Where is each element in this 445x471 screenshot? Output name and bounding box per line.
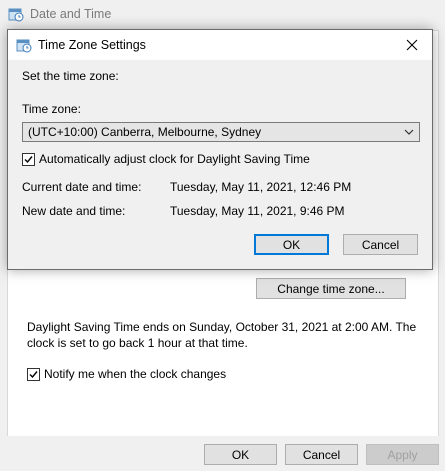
chevron-down-icon [404, 129, 414, 135]
dialog-cancel-button[interactable]: Cancel [343, 234, 418, 255]
parent-title-bar: Date and Time [0, 0, 445, 30]
dialog-title: Time Zone Settings [38, 38, 146, 52]
time-zone-label: Time zone: [22, 102, 81, 116]
notify-label: Notify me when the clock changes [44, 367, 227, 381]
parent-ok-button[interactable]: OK [204, 444, 277, 465]
new-datetime-label: New date and time: [22, 204, 126, 218]
auto-dst-row[interactable]: Automatically adjust clock for Daylight … [22, 152, 310, 166]
parent-window-title: Date and Time [30, 7, 112, 21]
current-datetime-label: Current date and time: [22, 180, 142, 194]
dialog-title-bar: Time Zone Settings [8, 30, 432, 60]
set-time-zone-heading: Set the time zone: [22, 69, 119, 83]
clock-calendar-icon [16, 37, 32, 53]
new-datetime-value: Tuesday, May 11, 2021, 9:46 PM [170, 204, 345, 218]
auto-dst-checkbox[interactable] [22, 152, 35, 166]
time-zone-select[interactable]: (UTC+10:00) Canberra, Melbourne, Sydney [22, 122, 420, 142]
time-zone-settings-dialog: Time Zone Settings Set the time zone: Ti… [7, 29, 433, 270]
dialog-close-button[interactable] [392, 30, 432, 60]
notify-clock-change-row[interactable]: Notify me when the clock changes [27, 367, 226, 381]
time-zone-selected-value: (UTC+10:00) Canberra, Melbourne, Sydney [28, 125, 262, 139]
parent-cancel-button[interactable]: Cancel [285, 444, 358, 465]
auto-dst-label: Automatically adjust clock for Daylight … [39, 152, 310, 166]
close-icon [406, 39, 418, 51]
parent-button-bar: OK Cancel Apply [0, 436, 445, 471]
checkmark-icon [29, 370, 38, 378]
notify-checkbox[interactable] [27, 367, 40, 381]
change-time-zone-button[interactable]: Change time zone... [256, 278, 406, 299]
current-datetime-value: Tuesday, May 11, 2021, 12:46 PM [170, 180, 352, 194]
checkmark-icon [24, 155, 33, 163]
parent-apply-button: Apply [366, 444, 439, 465]
dst-notice-text: Daylight Saving Time ends on Sunday, Oct… [27, 320, 417, 350]
clock-calendar-icon [8, 6, 24, 22]
dialog-ok-button[interactable]: OK [254, 234, 329, 255]
